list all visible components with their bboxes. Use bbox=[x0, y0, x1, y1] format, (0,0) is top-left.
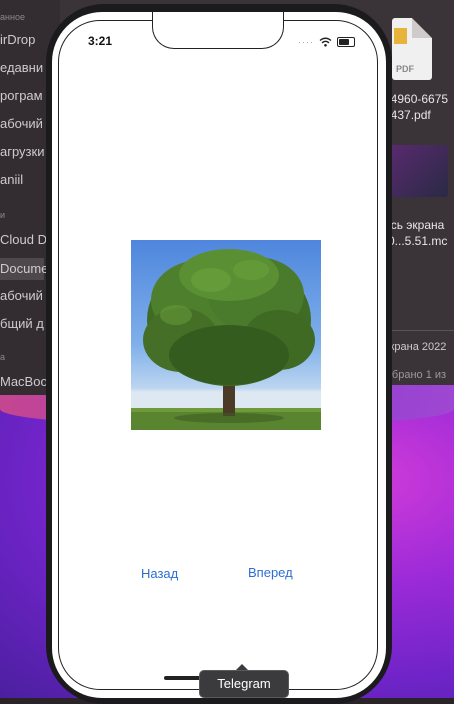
finder-path-bar: экрана 2022 bbox=[384, 341, 447, 353]
sidebar-item-icloud-drive[interactable]: Cloud D bbox=[0, 232, 47, 247]
signal-dots: ···· bbox=[298, 37, 314, 47]
forward-button[interactable]: Вперед bbox=[248, 565, 293, 580]
back-button[interactable]: Назад bbox=[141, 566, 178, 581]
sidebar-item-home[interactable]: aniil bbox=[0, 172, 23, 187]
pdf-file-icon[interactable]: PDF bbox=[392, 18, 432, 80]
sidebar-item-applications[interactable]: рограм bbox=[0, 88, 43, 103]
preview-badge-icon bbox=[394, 28, 407, 44]
status-icons: ···· bbox=[298, 36, 355, 48]
phone-notch bbox=[152, 12, 284, 49]
dock-tooltip: Telegram bbox=[199, 670, 289, 698]
finder-status-bar: ыбрано 1 из bbox=[384, 369, 447, 381]
video-file-icon[interactable] bbox=[388, 145, 448, 197]
tree-photo bbox=[131, 240, 321, 430]
sidebar-section-icloud: и bbox=[0, 210, 6, 220]
battery-icon bbox=[337, 37, 355, 47]
sidebar-item-desktop[interactable]: абочий bbox=[0, 116, 43, 131]
sidebar-section-locations: а bbox=[0, 352, 6, 362]
video-file-name-line2[interactable]: -0...5.51.mc bbox=[384, 234, 447, 248]
pdf-file-name-line1[interactable]: 34960-6675 bbox=[384, 92, 448, 106]
sidebar-item-icloud-desktop[interactable]: абочий bbox=[0, 288, 43, 303]
status-time: 3:21 bbox=[88, 34, 113, 48]
pdf-icon-label: PDF bbox=[396, 64, 414, 74]
sidebar-section-favorites: анное bbox=[0, 12, 25, 22]
sidebar-item-airdrop[interactable]: irDrop bbox=[0, 32, 35, 47]
sidebar-item-recents[interactable]: едавни bbox=[0, 60, 43, 75]
sidebar-item-downloads[interactable]: агрузки bbox=[0, 144, 44, 159]
sidebar-item-shared[interactable]: бщий д bbox=[0, 316, 44, 331]
tree-image bbox=[131, 249, 321, 430]
video-file-name-line1[interactable]: ись экрана bbox=[384, 218, 444, 232]
sidebar-item-documents[interactable]: Docume bbox=[0, 258, 48, 280]
wifi-icon bbox=[319, 37, 332, 47]
page-fold bbox=[412, 18, 432, 38]
